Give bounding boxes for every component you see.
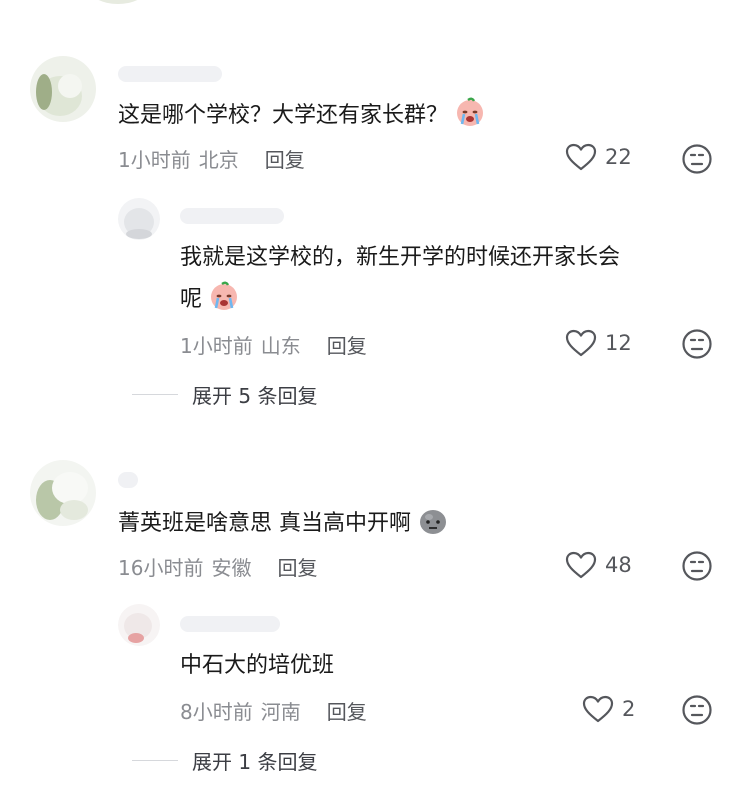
expand-replies-button[interactable]: 展开 5 条回复 [132,380,317,409]
reply-username-blurred[interactable] [180,208,284,224]
like-count: 48 [605,553,632,577]
like-count: 12 [605,331,632,355]
reply-user-avatar[interactable] [118,604,160,646]
like-button[interactable]: 22 [565,143,632,171]
user-avatar[interactable] [30,56,96,122]
comment-meta: 16小时前 安徽 回复 [118,552,317,581]
avatar-image [30,460,96,526]
username-blurred[interactable] [118,472,138,488]
crying-face-emoji [457,97,484,126]
avatar-image [118,198,160,240]
heart-icon [582,695,614,723]
like-count: 22 [605,145,632,169]
heart-icon [565,143,597,171]
reply-button[interactable]: 回复 [265,144,305,173]
reply-text-line1: 我就是这学校的，新生开学的时候还开家长会 [180,245,621,270]
reply-username-blurred[interactable] [180,616,280,632]
comment-time: 1小时前 [118,148,191,172]
reply-time: 1小时前 [180,334,253,358]
comment-text: 这是哪个学校？大学还有家长群？ [118,96,486,134]
reply-text-line1: 中石大的培优班 [180,653,335,678]
like-count: 2 [622,697,636,721]
expand-replies-button[interactable]: 展开 1 条回复 [132,746,317,775]
reply-location: 河南 [260,700,301,724]
reply-text-line2: 呢 [180,280,240,318]
like-button[interactable]: 2 [582,695,635,723]
reply-time: 8小时前 [180,700,253,724]
dislike-face-icon[interactable] [681,550,713,582]
avatar-image [30,56,96,122]
dislike-face-icon[interactable] [681,143,713,175]
expand-divider [132,760,178,761]
previous-avatar-remnant [88,0,148,4]
comment-location: 安徽 [211,556,252,580]
like-button[interactable]: 48 [565,551,632,579]
user-avatar[interactable] [30,460,96,526]
reply-meta: 1小时前 山东 回复 [180,330,367,359]
dislike-face-icon[interactable] [681,328,713,360]
reply-user-avatar[interactable] [118,198,160,240]
username-blurred[interactable] [118,66,222,82]
expand-replies-label: 展开 1 条回复 [192,750,318,774]
reply-location: 山东 [260,334,301,358]
like-button[interactable]: 12 [565,329,632,357]
heart-icon [565,551,597,579]
comment-meta: 1小时前 北京 回复 [118,144,305,173]
comment-text: 菁英班是啥意思 真当高中开啊 [118,504,449,542]
dislike-face-icon[interactable] [681,694,713,726]
heart-icon [565,329,597,357]
reply-button[interactable]: 回复 [327,696,367,725]
stone-face-emoji [420,510,446,534]
expand-divider [132,394,178,395]
reply-button[interactable]: 回复 [327,330,367,359]
comment-time: 16小时前 [118,556,204,580]
reply-meta: 8小时前 河南 回复 [180,696,367,725]
comment-location: 北京 [198,148,239,172]
reply-button[interactable]: 回复 [277,552,317,581]
crying-face-emoji [211,281,238,310]
expand-replies-label: 展开 5 条回复 [192,384,318,408]
avatar-image [118,604,160,646]
